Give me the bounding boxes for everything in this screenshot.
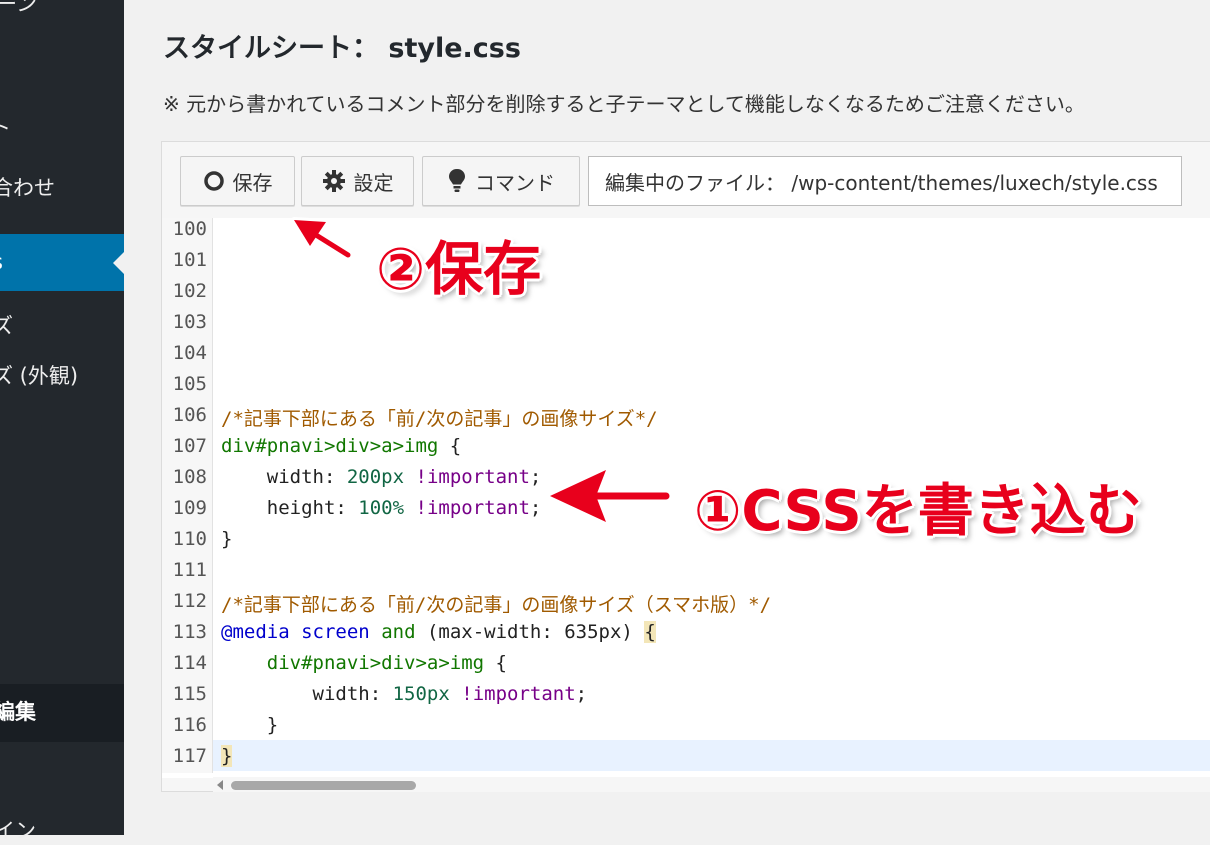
css-pointer-arrow xyxy=(547,467,673,525)
code-selector: div#pnavi>div>a>img xyxy=(266,652,485,674)
code-line: div#pnavi>div>a>img { xyxy=(221,435,461,457)
code-value: 100% xyxy=(358,497,405,519)
code-brace: { xyxy=(438,435,462,457)
code-line: height: 100% !important; xyxy=(266,497,542,519)
sidebar-item-label: ト xyxy=(0,116,11,140)
line-number: 112 xyxy=(172,590,207,612)
sidebar-item-label: 編集 xyxy=(0,700,36,724)
line-number: 105 xyxy=(172,373,207,395)
sidebar-item-plugin[interactable]: イン xyxy=(0,815,36,845)
code-line: width: 200px !important; xyxy=(266,466,542,488)
sidebar-item-label: s xyxy=(0,250,3,274)
line-number: 106 xyxy=(172,404,207,426)
sidebar-item-active[interactable]: s xyxy=(0,234,124,291)
code-line: } xyxy=(221,745,233,767)
line-number: 117 xyxy=(172,745,207,767)
code-line: @media screen and (max-width: 635px) { xyxy=(221,621,656,643)
command-button[interactable]: コマンド xyxy=(422,156,580,206)
code-keyword: !important xyxy=(461,683,576,705)
line-number: 110 xyxy=(172,528,207,550)
code-comment: /*記事下部にある「前/次の記事」の画像サイズ*/ xyxy=(221,408,658,430)
css-annotation: ①CSSを書き込む xyxy=(694,479,1142,544)
sidebar-item-contact[interactable]: 合わせ xyxy=(0,172,55,202)
code-brace: } xyxy=(221,528,233,550)
file-path-field: 編集中のファイル： /wp-content/themes/luxech/styl… xyxy=(588,156,1182,206)
line-number-gutter: 100 101 102 103 104 105 106 107 108 109 … xyxy=(162,218,213,773)
code-property: width xyxy=(312,683,370,705)
code-media-type: screen xyxy=(301,621,370,643)
sidebar-item-theme[interactable]: ズ xyxy=(0,310,13,340)
code-comment: /*記事下部にある「前/次の記事」の画像サイズ（スマホ版）*/ xyxy=(221,594,772,616)
code-media-and: and xyxy=(381,621,416,643)
circle-icon xyxy=(203,171,224,191)
code-keyword: !important xyxy=(415,466,530,488)
code-line: div#pnavi>div>a>img { xyxy=(221,652,507,674)
line-number: 102 xyxy=(172,280,207,302)
settings-button[interactable]: 設定 xyxy=(301,156,414,206)
code-brace-match: } xyxy=(221,745,233,767)
save-button-label: 保存 xyxy=(232,170,273,195)
sidebar-item-label: イン xyxy=(0,819,36,843)
code-value: 150px xyxy=(392,683,450,705)
horizontal-scrollbar[interactable] xyxy=(213,777,1210,792)
lightbulb-icon xyxy=(449,169,465,192)
settings-button-label: 設定 xyxy=(353,170,394,195)
sidebar-item-post[interactable]: ト xyxy=(0,112,11,142)
sidebar-item-campaign[interactable]: ーン xyxy=(0,0,37,18)
code-keyword: !important xyxy=(415,497,530,519)
line-number: 109 xyxy=(172,497,207,519)
sidebar-item-label: ーン xyxy=(0,0,37,16)
line-number: 115 xyxy=(172,683,207,705)
code-brace-match: { xyxy=(644,621,656,643)
code-at-rule: @media xyxy=(221,621,290,643)
sidebar-item-edit[interactable]: 編集 xyxy=(0,684,124,742)
command-button-label: コマンド xyxy=(475,170,555,195)
code-selector: div#pnavi>div>a>img xyxy=(221,435,439,457)
line-number: 113 xyxy=(172,621,207,643)
line-number: 111 xyxy=(172,559,207,581)
scroll-left-arrow-icon[interactable] xyxy=(217,780,223,790)
line-number: 104 xyxy=(172,342,207,364)
sidebar-item-label: ズ (外観) xyxy=(0,364,79,388)
line-number: 103 xyxy=(172,311,207,333)
code-line: /*記事下部にある「前/次の記事」の画像サイズ*/ xyxy=(221,404,658,431)
sidebar-item-label: ズ xyxy=(0,314,13,338)
scrollbar-thumb[interactable] xyxy=(231,781,416,790)
code-line: } xyxy=(221,714,278,736)
active-indicator-arrow xyxy=(113,252,124,274)
code-line: width: 150px !important; xyxy=(312,683,588,705)
page-title: スタイルシート： style.css xyxy=(163,33,521,64)
code-property: width xyxy=(266,466,324,488)
save-annotation: ②保存 xyxy=(376,235,542,303)
code-brace: } xyxy=(266,714,279,736)
sidebar-item-theme-appearance[interactable]: ズ (外観) xyxy=(0,360,78,390)
code-property: height xyxy=(266,497,336,519)
sidebar-item-label: 合わせ xyxy=(0,176,55,200)
line-number: 108 xyxy=(172,466,207,488)
current-line-highlight xyxy=(213,740,1210,771)
gear-icon xyxy=(322,170,345,192)
code-line: /*記事下部にある「前/次の記事」の画像サイズ（スマホ版）*/ xyxy=(221,590,771,617)
line-number: 116 xyxy=(172,714,207,736)
code-brace: { xyxy=(484,652,507,674)
line-number: 100 xyxy=(172,218,207,240)
code-value: 200px xyxy=(346,466,405,488)
notice-text: ※ 元から書かれているコメント部分を削除すると子テーマとして機能しなくなるためご… xyxy=(163,92,1085,116)
line-number: 107 xyxy=(172,435,207,457)
line-number: 101 xyxy=(172,249,207,271)
save-button[interactable]: 保存 xyxy=(180,156,295,206)
admin-sidebar: ーン ト 合わせ s ズ ズ (外観) 編集 イン xyxy=(0,0,124,843)
code-line: } xyxy=(221,528,232,550)
save-pointer-arrow xyxy=(291,217,354,261)
line-number: 114 xyxy=(172,652,207,674)
code-media-condition: (max-width: 635px) xyxy=(426,621,633,643)
